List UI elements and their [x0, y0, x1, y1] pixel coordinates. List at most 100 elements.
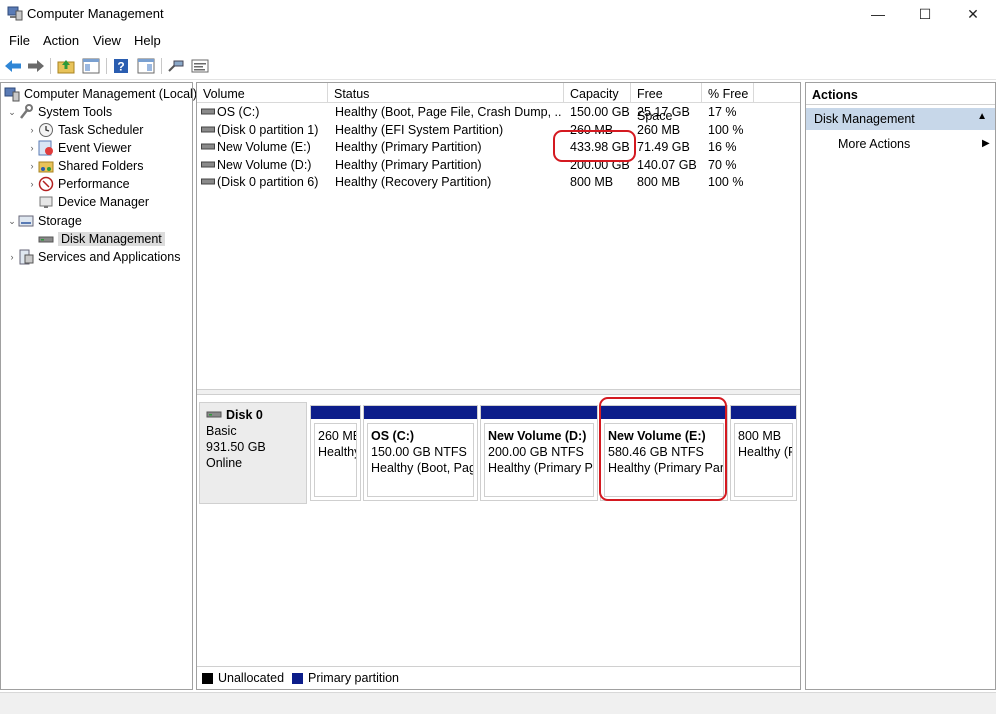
- volume-percent-free: 100 %: [708, 175, 744, 189]
- volume-status: Healthy (Primary Partition): [335, 140, 482, 154]
- volume-status: Healthy (Recovery Partition): [335, 175, 492, 189]
- submenu-arrow-icon[interactable]: ▶: [982, 138, 990, 149]
- disk-size: 931.50 GB: [206, 440, 266, 454]
- chevron-right-icon[interactable]: ›: [6, 252, 18, 262]
- window-title: Computer Management: [27, 6, 164, 21]
- toolbar-separator: [50, 58, 51, 74]
- partition-size: 260 MB: [318, 429, 357, 443]
- volume-capacity: 260 MB: [570, 122, 614, 137]
- legend-unallocated: Unallocated: [218, 671, 285, 685]
- partition-title: New Volume (D:): [488, 429, 587, 443]
- chevron-right-icon[interactable]: ›: [26, 143, 38, 153]
- actions-section-label: Disk Management: [814, 112, 915, 126]
- disk-name: Disk 0: [226, 408, 263, 422]
- menu-file[interactable]: File: [9, 33, 30, 48]
- volume-name: New Volume (D:): [217, 157, 312, 172]
- disk-state: Online: [206, 456, 243, 470]
- properties-icon[interactable]: [190, 56, 210, 76]
- tree-item-device-manager[interactable]: Device Manager: [26, 193, 149, 211]
- minimize-button[interactable]: —: [855, 0, 901, 28]
- tree-item-shared-folders[interactable]: › Shared Folders: [26, 157, 144, 175]
- disk-type: Basic: [206, 424, 237, 438]
- column-header-percent-free[interactable]: % Free: [702, 83, 754, 103]
- back-arrow-icon[interactable]: [3, 56, 23, 76]
- chevron-right-icon[interactable]: ›: [26, 161, 38, 171]
- partition-bar: [364, 406, 477, 419]
- tree-item-disk-management[interactable]: Disk Management: [26, 230, 165, 248]
- close-button[interactable]: ✕: [950, 0, 996, 28]
- shared-folder-icon: [38, 161, 54, 173]
- partition-bar: [601, 406, 727, 419]
- partition-efi[interactable]: 260 MB Healthy (EFI System Partition): [310, 405, 361, 501]
- column-header-status[interactable]: Status: [328, 83, 564, 103]
- storage-icon: [18, 215, 34, 227]
- volume-percent-free: 70 %: [708, 157, 737, 172]
- partition-bar: [731, 406, 796, 419]
- help-icon[interactable]: ?: [111, 56, 131, 76]
- tree-item-performance[interactable]: › Performance: [26, 175, 130, 193]
- show-hide-console-tree-icon[interactable]: [81, 56, 101, 76]
- legend-primary-partition: Primary partition: [308, 671, 400, 685]
- volume-icon: [201, 126, 215, 132]
- partition-new-volume-e[interactable]: New Volume (E:) 580.46 GB NTFS Healthy (…: [600, 405, 728, 501]
- forward-arrow-icon[interactable]: [26, 56, 46, 76]
- menu-help[interactable]: Help: [134, 33, 161, 48]
- up-folder-icon[interactable]: [56, 56, 76, 76]
- volume-icon: [201, 178, 215, 185]
- volume-free-space: 800 MB: [637, 175, 681, 189]
- maximize-button[interactable]: ☐: [902, 0, 948, 28]
- tree-item-event-viewer[interactable]: › Event Viewer: [26, 139, 131, 157]
- tree-item-computer-management[interactable]: Computer Management (Local): [4, 85, 197, 103]
- collapse-arrow-icon[interactable]: ▲: [977, 111, 987, 122]
- volume-row[interactable]: New Volume (D:) Healthy (Primary Partitio…: [197, 157, 800, 174]
- chevron-right-icon[interactable]: ›: [26, 125, 38, 135]
- menu-view[interactable]: View: [93, 33, 121, 48]
- event-viewer-icon: [38, 140, 53, 156]
- volume-free-space: 71.49 GB: [637, 140, 690, 154]
- connect-icon[interactable]: [166, 56, 186, 76]
- tree-item-label: Storage: [38, 214, 82, 228]
- volume-row[interactable]: (Disk 0 partition 1) Healthy (EFI System …: [197, 122, 800, 139]
- partition-size: 150.00 GB NTFS: [371, 445, 467, 459]
- partition-os-c[interactable]: OS (C:) 150.00 GB NTFS Healthy (Boot, Pa…: [363, 405, 478, 501]
- show-hide-action-pane-icon[interactable]: [136, 56, 156, 76]
- partition-body: OS (C:) 150.00 GB NTFS Healthy (Boot, Pa…: [367, 423, 474, 497]
- tree-item-task-scheduler[interactable]: › Task Scheduler: [26, 121, 143, 139]
- tree-item-label: Disk Management: [58, 232, 165, 246]
- svg-text:?: ?: [117, 60, 124, 74]
- primary-partition-swatch: [292, 672, 304, 684]
- partition-bar: [311, 406, 360, 419]
- partition-recovery[interactable]: 800 MB Healthy (Recovery Partition): [730, 405, 797, 501]
- chevron-right-icon[interactable]: ›: [26, 179, 38, 189]
- partition-status: Healthy (EFI System Partition): [318, 445, 357, 459]
- chevron-down-icon[interactable]: ⌄: [6, 216, 18, 227]
- partition-status: Healthy (Primary Partition): [608, 461, 724, 475]
- volume-row[interactable]: New Volume (E:) Healthy (Primary Partitio…: [197, 139, 800, 156]
- column-header-capacity[interactable]: Capacity: [564, 83, 631, 103]
- title-bar: Computer Management — ☐ ✕: [0, 0, 996, 28]
- volume-status: Healthy (Primary Partition): [335, 157, 482, 172]
- column-header-volume[interactable]: Volume: [197, 83, 328, 103]
- chevron-down-icon[interactable]: ⌄: [6, 107, 18, 118]
- tree-item-storage[interactable]: ⌄ Storage: [6, 212, 82, 230]
- tree-item-services-applications[interactable]: › Services and Applications: [6, 248, 180, 266]
- tree-item-system-tools[interactable]: ⌄ System Tools: [6, 103, 112, 121]
- partition-legend: Unallocated Primary partition: [197, 666, 800, 689]
- volume-row[interactable]: OS (C:) Healthy (Boot, Page File, Crash D…: [197, 104, 800, 121]
- volume-status: Healthy (EFI System Partition): [335, 122, 504, 137]
- tree-item-label: Device Manager: [58, 195, 150, 209]
- system-tools-icon: [20, 104, 33, 119]
- volume-percent-free: 100 %: [708, 122, 744, 137]
- column-header-free-space[interactable]: Free Space: [631, 83, 702, 123]
- partition-body: New Volume (D:) 200.00 GB NTFS Healthy (…: [484, 423, 594, 497]
- volume-percent-free: 16 %: [708, 140, 737, 154]
- more-actions-item[interactable]: More Actions: [838, 137, 910, 151]
- volume-row[interactable]: (Disk 0 partition 6) Healthy (Recovery Pa…: [197, 174, 800, 191]
- services-icon: [19, 249, 34, 265]
- disk-0-label[interactable]: Disk 0 Basic 931.50 GB Online: [199, 402, 307, 504]
- actions-section-disk-management[interactable]: Disk Management ▲: [806, 108, 995, 130]
- menu-action[interactable]: Action: [43, 33, 79, 48]
- partition-new-volume-d[interactable]: New Volume (D:) 200.00 GB NTFS Healthy (…: [480, 405, 598, 501]
- disk-management-pane: Volume Status Capacity Free Space % Free…: [196, 82, 801, 690]
- pane-splitter[interactable]: [197, 389, 800, 395]
